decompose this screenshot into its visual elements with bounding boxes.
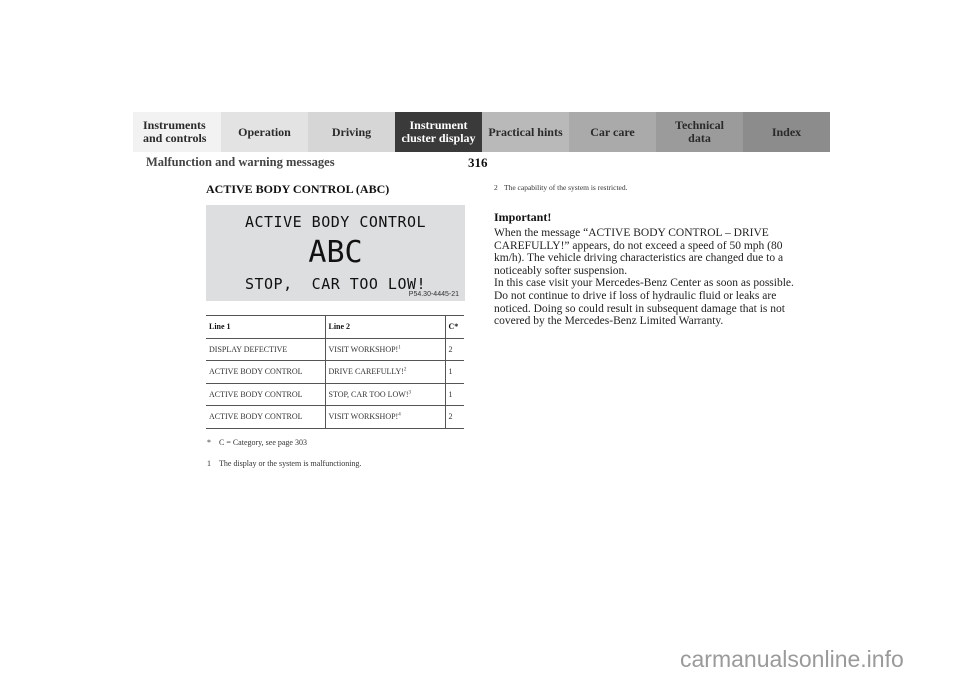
tab-car-care[interactable]: Car care	[569, 112, 656, 152]
cell-line2: STOP, CAR TOO LOW!3	[324, 382, 445, 406]
tab-technical-data[interactable]: Technical data	[656, 112, 743, 152]
footnote-text: C = Category, see page 303	[219, 438, 307, 447]
important-paragraph: In this case visit your Mercedes-Benz Ce…	[494, 277, 794, 290]
instrument-display-illustration: ACTIVE BODY CONTROL ABC STOP, CAR TOO LO…	[206, 205, 465, 301]
cell-category: 1	[444, 360, 464, 384]
cell-category: 2	[444, 405, 464, 429]
footnote-2: 2 The capability of the system is restric…	[494, 183, 794, 192]
tab-label: Driving	[331, 124, 372, 139]
footnote-text: The capability of the system is restrict…	[504, 183, 628, 192]
cell-line2: DRIVE CAREFULLY!2	[324, 360, 445, 384]
important-heading: Important!	[494, 210, 552, 224]
tab-instrument-cluster-display[interactable]: Instrument cluster display	[395, 112, 482, 152]
table-header-row: Line 1 Line 2 C*	[206, 315, 464, 339]
tab-operation[interactable]: Operation	[221, 112, 308, 152]
cell-line1: DISPLAY DEFECTIVE	[206, 337, 325, 361]
footnote-ref: 1	[398, 345, 401, 351]
cell-line1: ACTIVE BODY CONTROL	[206, 360, 325, 384]
watermark: carmanualsonline.info	[680, 646, 904, 672]
tab-label: Operation	[238, 124, 291, 139]
column-header-line1: Line 1	[206, 315, 325, 339]
table-row: ACTIVE BODY CONTROL STOP, CAR TOO LOW!3 …	[206, 382, 464, 406]
cell-category: 1	[444, 382, 464, 406]
tab-label: Technical data	[675, 118, 724, 145]
table-row: DISPLAY DEFECTIVE VISIT WORKSHOP!1 2	[206, 337, 464, 361]
page-number: 316	[468, 155, 488, 170]
footnote-category: * C = Category, see page 303	[207, 438, 307, 447]
tab-driving[interactable]: Driving	[308, 112, 395, 152]
page-header-title: Malfunction and warning messages	[146, 155, 335, 169]
important-body: When the message “ACTIVE BODY CONTROL – …	[494, 227, 794, 328]
column-header-line2: Line 2	[324, 315, 445, 339]
footnote-text: The display or the system is malfunction…	[219, 459, 362, 468]
cell-line2: VISIT WORKSHOP!4	[324, 405, 445, 429]
tab-label: Instruments and controls	[143, 118, 207, 145]
tab-label: Practical hints	[488, 124, 563, 139]
tab-instruments-and-controls[interactable]: Instruments and controls	[133, 112, 221, 152]
table-row: ACTIVE BODY CONTROL VISIT WORKSHOP!4 2	[206, 405, 464, 429]
footnote-ref: 2	[403, 367, 407, 373]
footnote-mark: 1	[207, 459, 211, 468]
tab-label: Instrument cluster display	[401, 118, 476, 145]
tab-label: Index	[771, 124, 802, 139]
footnote-mark: *	[207, 438, 211, 447]
footnote-ref: 3	[408, 390, 412, 396]
display-line-1: ACTIVE BODY CONTROL	[244, 213, 427, 231]
important-paragraph: Do not continue to drive if loss of hydr…	[494, 289, 785, 328]
tab-label: Car care	[590, 124, 635, 139]
table-row: ACTIVE BODY CONTROL DRIVE CAREFULLY!2 1	[206, 360, 464, 384]
column-header-category: C*	[444, 315, 464, 339]
cell-line1: ACTIVE BODY CONTROL	[206, 405, 325, 429]
section-title: ACTIVE BODY CONTROL (ABC)	[206, 182, 390, 196]
figure-code: P54.30-4445-21	[408, 291, 459, 298]
messages-table: Line 1 Line 2 C* DISPLAY DEFECTIVE VISIT…	[206, 315, 464, 429]
important-paragraph: When the message “ACTIVE BODY CONTROL – …	[494, 227, 784, 277]
tab-practical-hints[interactable]: Practical hints	[482, 112, 569, 152]
footnote-ref: 4	[398, 412, 401, 418]
section-nav-tabs: Instruments and controls Operation Drivin…	[133, 112, 830, 152]
tab-index[interactable]: Index	[743, 112, 830, 152]
display-symbol: ABC	[308, 235, 363, 270]
footnote-mark: 2	[494, 183, 498, 192]
cell-line2: VISIT WORKSHOP!1	[324, 337, 445, 361]
footnote-1: 1 The display or the system is malfunctio…	[207, 459, 361, 468]
cell-line1: ACTIVE BODY CONTROL	[206, 382, 325, 406]
cell-category: 2	[444, 337, 464, 361]
